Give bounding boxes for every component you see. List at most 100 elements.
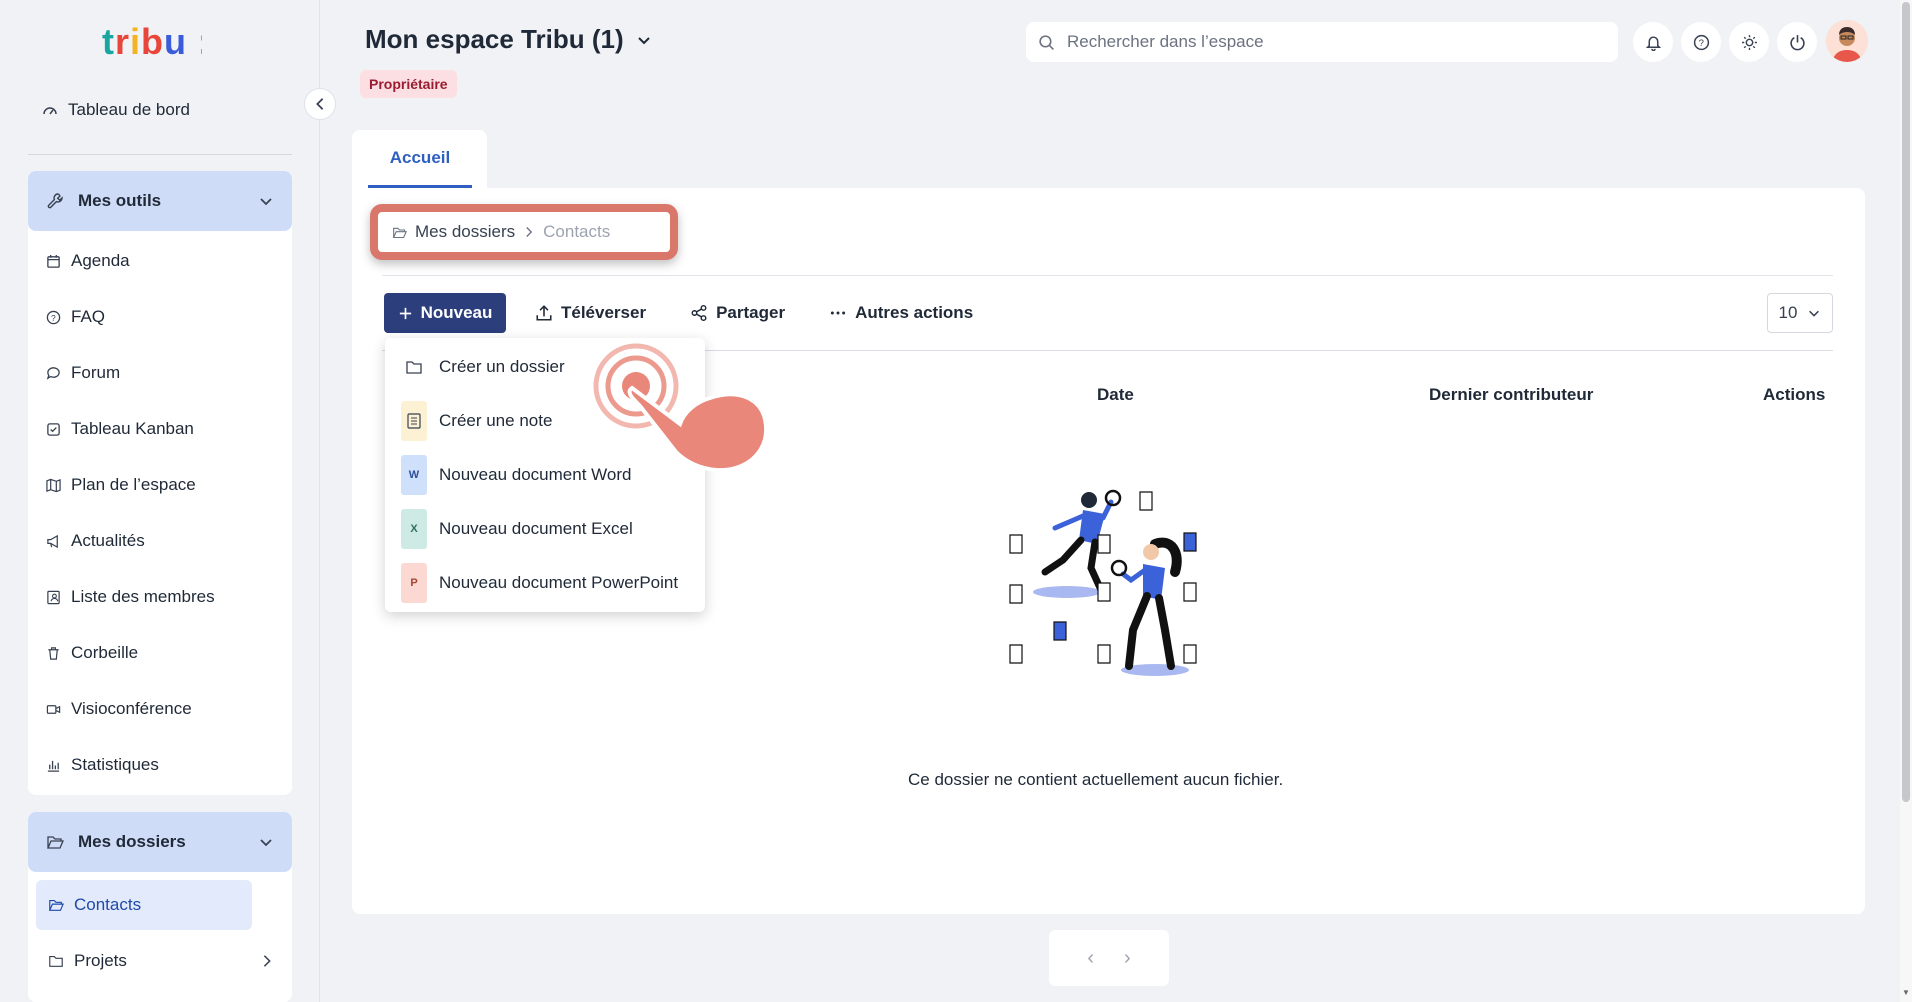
sidebar-item-plan[interactable]: Plan de l’espace	[28, 457, 292, 513]
tab-accueil[interactable]: Accueil	[368, 148, 472, 188]
column-header-contributor[interactable]: Dernier contributeur	[1429, 385, 1593, 405]
upload-button[interactable]: Téléverser	[520, 293, 661, 333]
menu-item-new-powerpoint[interactable]: P Nouveau document PowerPoint	[385, 556, 705, 610]
share-button-label: Partager	[716, 303, 786, 322]
sidebar-item-members[interactable]: Liste des membres	[28, 569, 292, 625]
svg-text:tribu :: tribu :	[102, 22, 202, 62]
chevron-down-icon	[637, 36, 650, 44]
folder-icon	[401, 347, 427, 387]
sidebar-item-label: Visioconférence	[71, 699, 192, 718]
theme-toggle-button[interactable]	[1729, 22, 1769, 62]
sidebar-item-forum[interactable]: Forum	[28, 345, 292, 401]
column-header-actions: Actions	[1763, 385, 1826, 404]
role-badge: Propriétaire	[360, 70, 457, 98]
new-button[interactable]: Nouveau	[384, 293, 506, 333]
folders-section: Mes dossiers Contacts Projets	[28, 812, 292, 1002]
sidebar-folder-contacts[interactable]: Contacts	[36, 880, 252, 930]
sidebar-item-news[interactable]: Actualités	[28, 513, 292, 569]
sidebar-divider	[28, 154, 292, 155]
more-actions-button[interactable]: Autres actions	[814, 293, 988, 333]
chevron-down-icon	[260, 198, 272, 206]
chevron-right-icon[interactable]	[260, 954, 274, 968]
chevron-right-icon	[526, 227, 533, 237]
wrench-icon	[47, 193, 63, 209]
empty-folder-illustration	[1009, 489, 1197, 676]
contact-card-icon	[47, 590, 60, 604]
more-horizontal-icon	[830, 311, 846, 315]
help-button[interactable]: ?	[1681, 22, 1721, 62]
dashboard-label: Tableau de bord	[68, 100, 190, 119]
upload-icon	[536, 305, 552, 321]
check-square-icon	[47, 422, 60, 436]
excel-icon: X	[401, 509, 427, 549]
prev-page-button[interactable]: ‹	[1087, 947, 1094, 970]
search-bar[interactable]	[1026, 22, 1618, 62]
bar-chart-icon	[47, 760, 60, 772]
sidebar-item-label: Forum	[71, 363, 121, 382]
divider	[382, 275, 1833, 276]
help-circle-icon: ?	[46, 310, 61, 324]
column-header-date[interactable]: Date	[1097, 385, 1134, 405]
search-input[interactable]	[1067, 32, 1606, 52]
avatar-illustration	[1826, 20, 1868, 62]
menu-item-new-excel[interactable]: X Nouveau document Excel	[385, 502, 705, 556]
menu-item-label: Créer une note	[439, 411, 553, 430]
scrollbar-thumb[interactable]	[1902, 2, 1910, 802]
sidebar-item-stats[interactable]: Statistiques	[28, 737, 292, 793]
new-button-label: Nouveau	[420, 303, 493, 322]
sidebar-item-trash[interactable]: Corbeille	[28, 625, 292, 681]
sidebar-item-label: Tableau Kanban	[71, 419, 194, 438]
sidebar-item-label: Plan de l’espace	[71, 475, 196, 494]
folders-section-title: Mes dossiers	[78, 832, 186, 851]
folder-open-icon	[48, 899, 64, 911]
pointing-hand-icon	[593, 343, 769, 473]
folders-section-header[interactable]: Mes dossiers	[28, 812, 292, 872]
notifications-button[interactable]	[1633, 22, 1673, 62]
chevron-down-icon	[260, 839, 272, 847]
tools-section-title: Mes outils	[78, 191, 162, 210]
sidebar-item-label: Agenda	[71, 251, 130, 270]
gauge-icon	[43, 107, 57, 115]
scroll-down-arrow[interactable]: ▼	[1900, 988, 1912, 1000]
megaphone-icon	[47, 534, 58, 548]
chat-icon	[46, 366, 60, 380]
breadcrumb-root[interactable]: Mes dossiers	[415, 222, 515, 242]
folder-open-icon	[47, 836, 64, 849]
sun-icon	[1741, 34, 1757, 50]
chevron-left-icon	[316, 98, 324, 110]
help-circle-icon: ?	[1693, 34, 1709, 50]
collapse-sidebar-button[interactable]	[304, 88, 336, 120]
share-button[interactable]: Partager	[675, 293, 800, 333]
space-title[interactable]: Mon espace Tribu (1)	[365, 24, 652, 55]
bell-icon	[1645, 35, 1661, 51]
next-page-button[interactable]: ›	[1124, 947, 1131, 970]
breadcrumb-current: Contacts	[543, 222, 611, 241]
sidebar-item-kanban[interactable]: Tableau Kanban	[28, 401, 292, 457]
user-avatar[interactable]	[1826, 20, 1868, 62]
pagination: ‹ ›	[1049, 930, 1169, 986]
chevron-down-icon	[1809, 310, 1820, 317]
video-icon	[46, 704, 61, 714]
tools-section-header[interactable]: Mes outils	[28, 171, 292, 231]
tribu-logo[interactable]: tribu :	[102, 22, 202, 62]
sidebar-item-label: Statistiques	[71, 755, 159, 774]
svg-text:?: ?	[1698, 38, 1703, 49]
dashboard-link[interactable]: Tableau de bord	[42, 100, 190, 120]
sidebar-item-label: Corbeille	[71, 643, 139, 662]
sidebar-item-label: Actualités	[71, 531, 145, 550]
breadcrumb: Mes dossiers Contacts	[370, 204, 678, 260]
sidebar-item-label: FAQ	[71, 307, 106, 326]
page-size-select[interactable]: 10	[1767, 293, 1833, 333]
search-icon	[1039, 34, 1054, 50]
powerpoint-icon: P	[401, 563, 427, 603]
logout-button[interactable]	[1777, 22, 1817, 62]
plus-icon	[399, 307, 411, 319]
power-icon	[1789, 34, 1805, 50]
sidebar-folder-projets[interactable]: Projets	[28, 930, 292, 992]
sidebar-item-agenda[interactable]: Agenda	[28, 233, 292, 289]
sidebar-folder-label: Projets	[74, 951, 127, 970]
sidebar-item-video[interactable]: Visioconférence	[28, 681, 292, 737]
trash-icon	[48, 646, 59, 660]
share-icon	[691, 304, 707, 322]
sidebar-item-faq[interactable]: ? FAQ	[28, 289, 292, 345]
